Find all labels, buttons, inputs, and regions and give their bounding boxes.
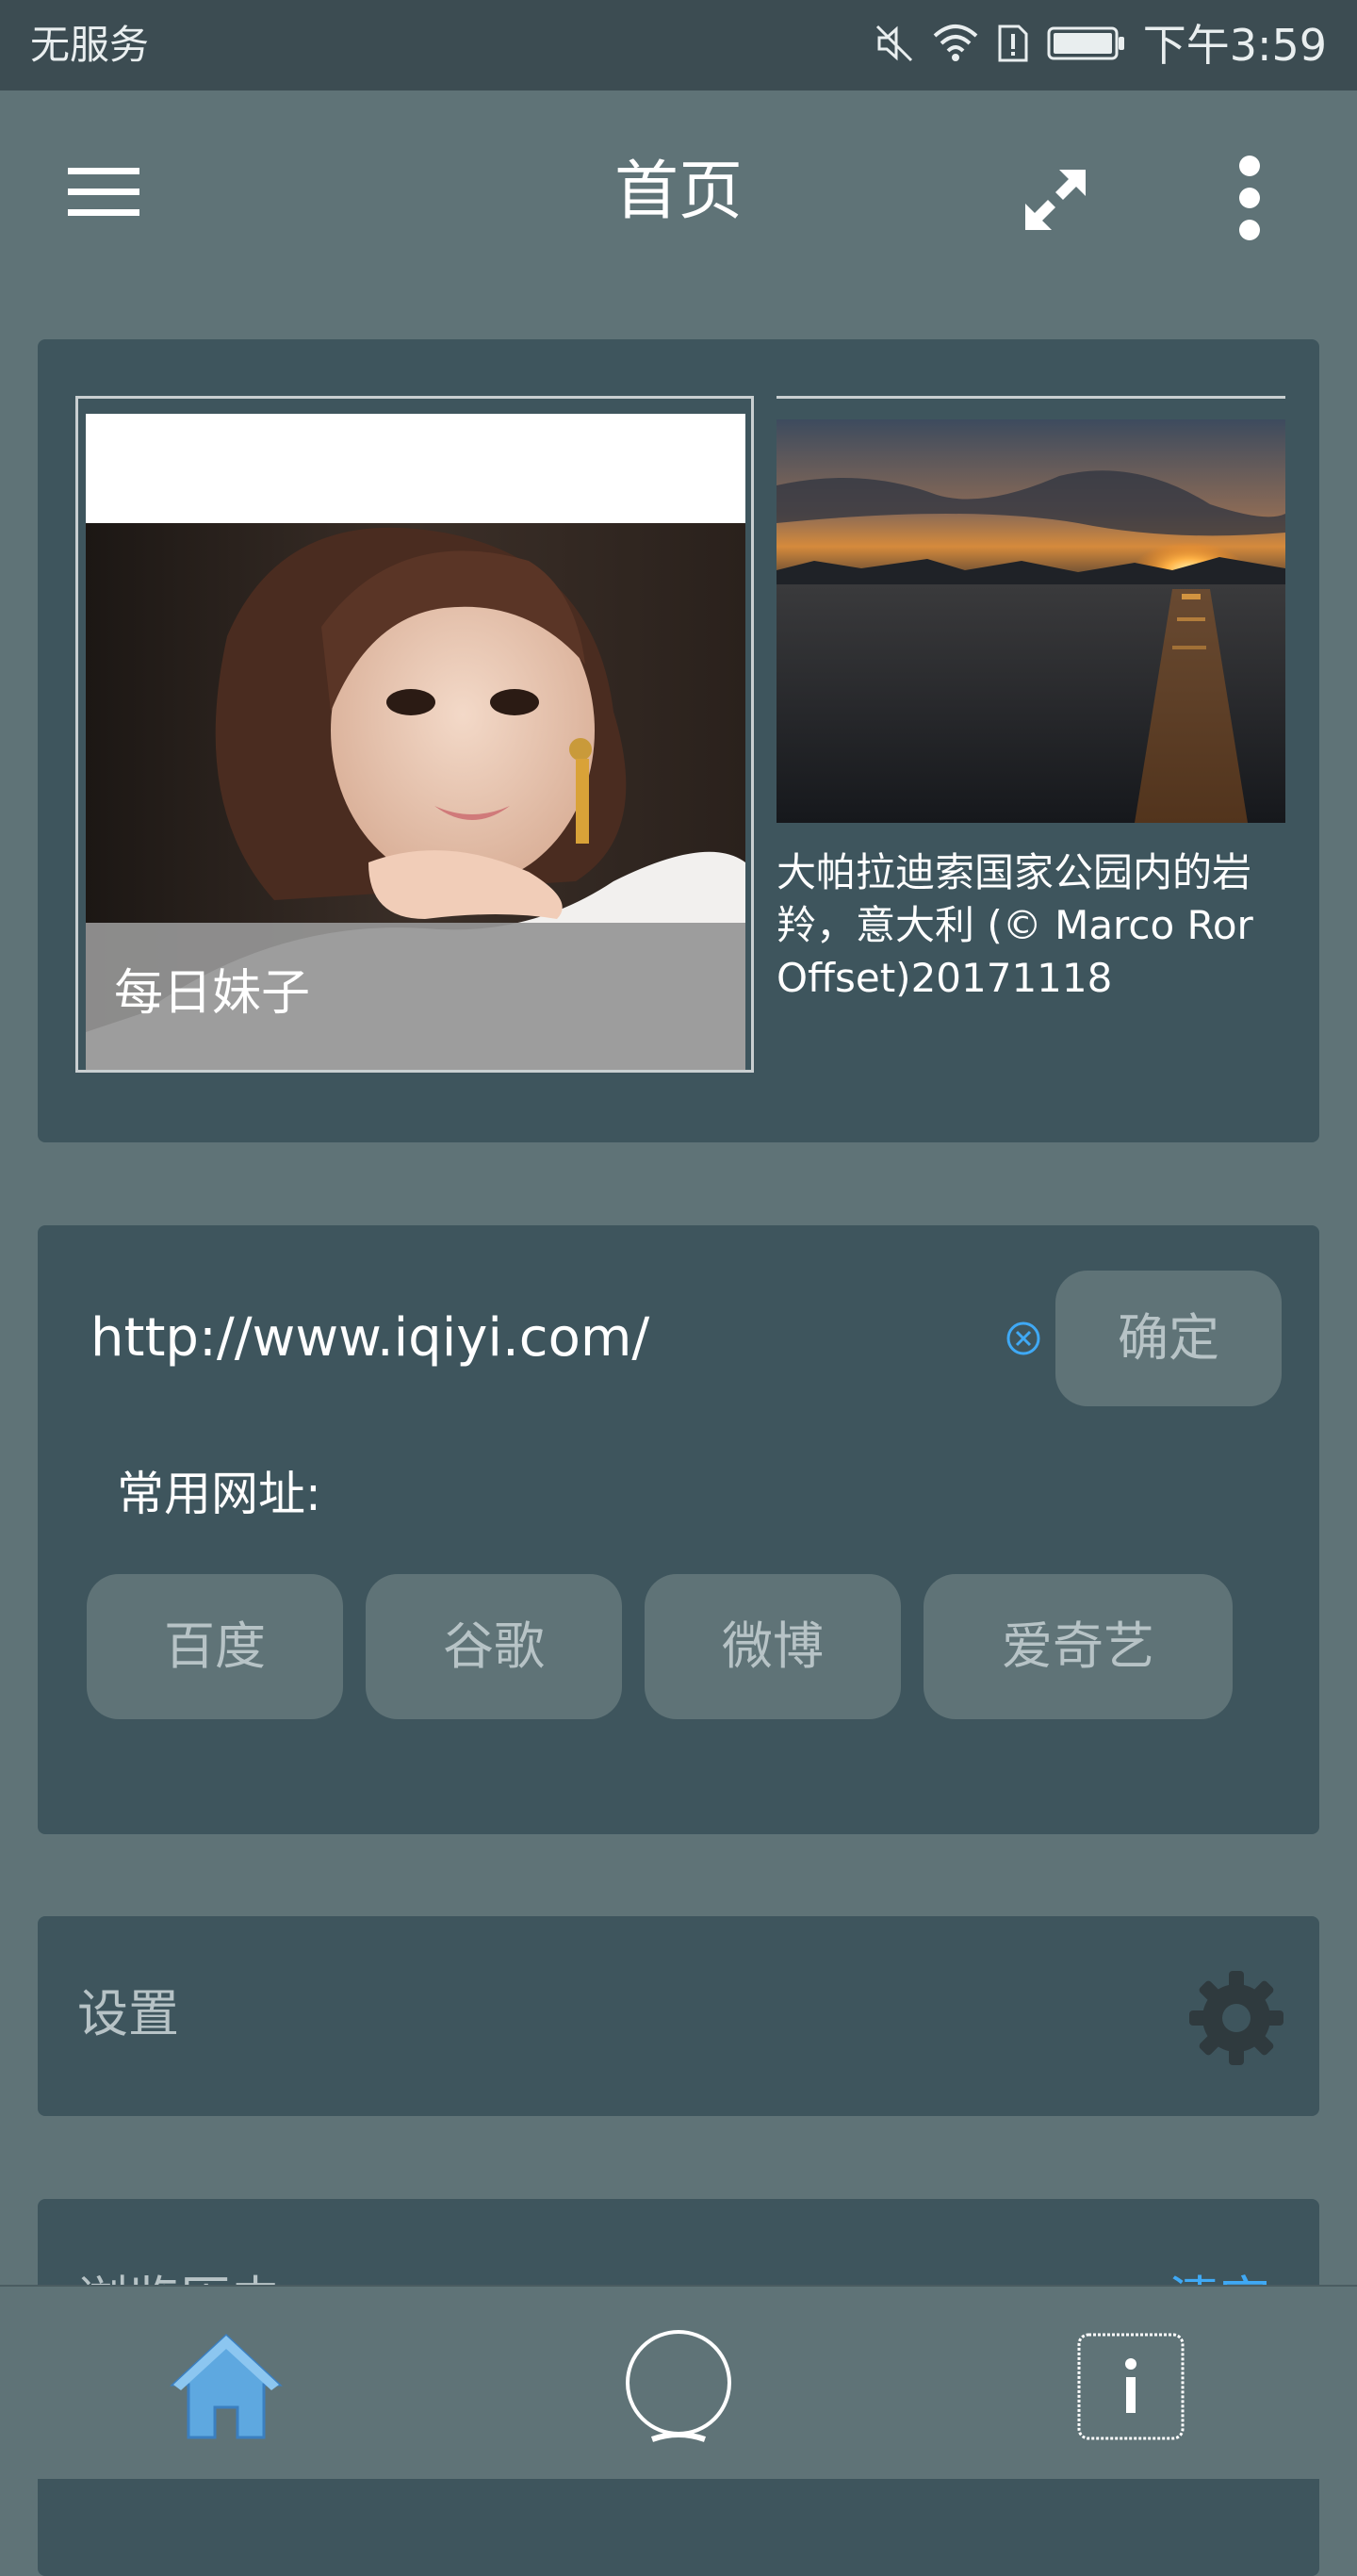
sim-alert-icon bbox=[996, 23, 1030, 68]
frequent-sites-label: 常用网址: bbox=[117, 1467, 321, 1521]
status-bar: 无服务 下午3:59 bbox=[0, 0, 1357, 90]
settings-card[interactable]: 设置 bbox=[38, 1916, 1319, 2116]
tile-divider bbox=[777, 396, 1285, 399]
browser-icon[interactable] bbox=[620, 2328, 737, 2445]
bottom-navigation bbox=[0, 2285, 1357, 2479]
site-chip-baidu[interactable]: 百度 bbox=[87, 1574, 343, 1719]
caption-overlay: 每日妹子 bbox=[86, 923, 745, 1070]
gallery-caption: 大帕拉迪索国家公园内的岩羚，意大利 (© Marco Ror Offset)20… bbox=[777, 849, 1253, 1001]
wifi-icon bbox=[932, 23, 979, 68]
site-chip-iqiyi[interactable]: 爱奇艺 bbox=[924, 1574, 1233, 1719]
image-gallery-card: 每日妹子 大帕拉迪索国家公园内的岩羚，意大利 (© Marco Ror Offs… bbox=[38, 339, 1319, 1142]
site-chip-weibo[interactable]: 微博 bbox=[645, 1574, 901, 1719]
info-icon[interactable] bbox=[1076, 2332, 1185, 2441]
gear-icon[interactable] bbox=[1187, 1969, 1285, 2067]
site-chip-google[interactable]: 谷歌 bbox=[366, 1574, 622, 1719]
mute-icon bbox=[874, 23, 915, 68]
fullscreen-icon[interactable] bbox=[1018, 162, 1093, 238]
app-toolbar: 首页 bbox=[0, 90, 1357, 307]
clock: 下午3:59 bbox=[1142, 20, 1327, 71]
gallery-item-frame: 每日妹子 bbox=[86, 414, 745, 1070]
settings-label: 设置 bbox=[77, 1984, 179, 2043]
menu-icon[interactable] bbox=[68, 166, 143, 219]
page-title: 首页 bbox=[613, 155, 743, 229]
carrier-label: 无服务 bbox=[30, 22, 150, 68]
home-icon[interactable] bbox=[170, 2328, 283, 2441]
gallery-item-daily-girl[interactable]: 每日妹子 bbox=[75, 396, 754, 1073]
gallery-item-bing-wallpaper[interactable]: 大帕拉迪索国家公园内的岩羚，意大利 (© Marco Ror Offset)20… bbox=[777, 396, 1285, 1075]
status-icons: 下午3:59 bbox=[874, 17, 1327, 74]
url-card: http://www.iqiyi.com/ 确定 常用网址: 百度 谷歌 微博 … bbox=[38, 1225, 1319, 1834]
more-vert-icon[interactable] bbox=[1225, 153, 1274, 243]
sunset-photo-image bbox=[777, 419, 1285, 823]
battery-icon bbox=[1047, 25, 1126, 66]
url-input[interactable]: http://www.iqiyi.com/ bbox=[90, 1301, 649, 1376]
clear-input-icon[interactable] bbox=[1005, 1320, 1042, 1357]
confirm-button[interactable]: 确定 bbox=[1055, 1271, 1282, 1406]
gallery-caption: 每日妹子 bbox=[114, 965, 311, 1022]
